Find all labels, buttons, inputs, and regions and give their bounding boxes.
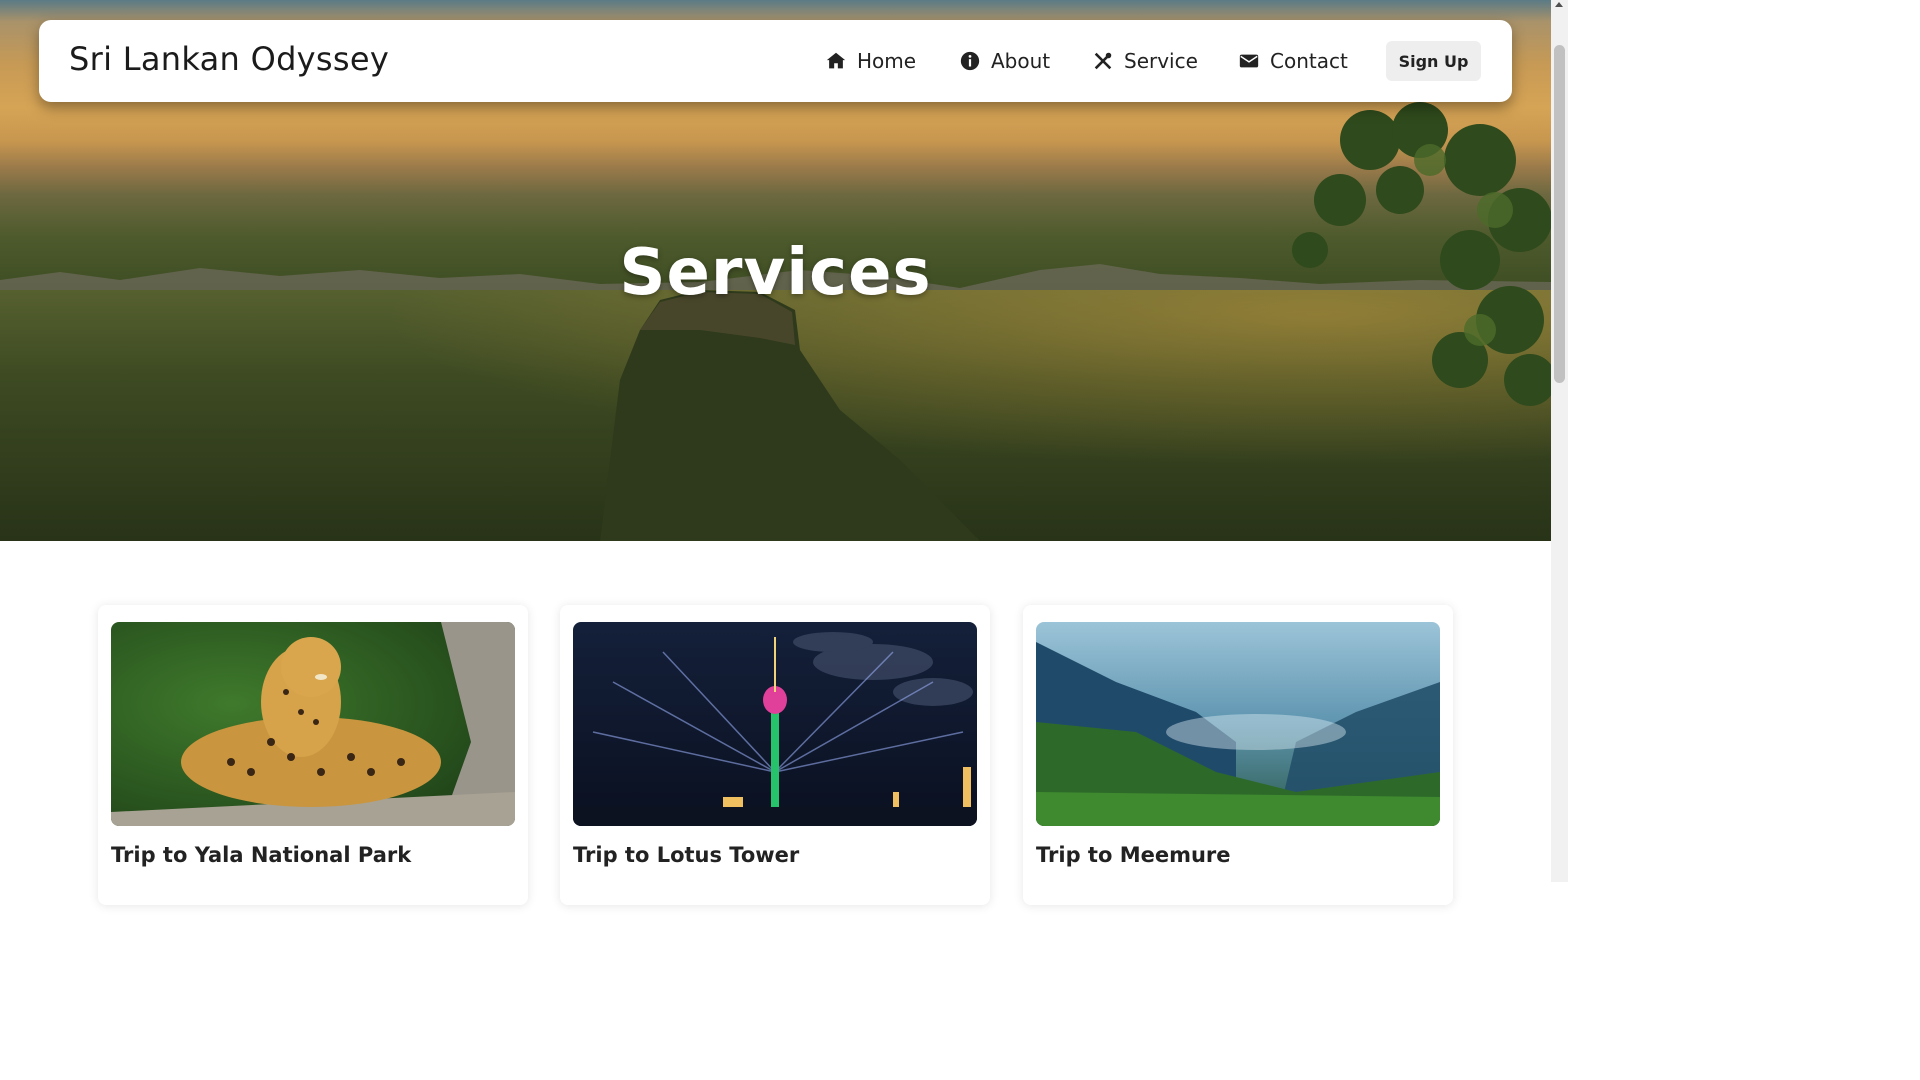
nav-about-label: About xyxy=(991,49,1051,73)
misty-mountains-photo xyxy=(1036,622,1440,826)
lotus-tower-night-photo xyxy=(573,622,977,826)
sign-up-button[interactable]: Sign Up xyxy=(1386,41,1481,81)
nav-contact[interactable]: Contact xyxy=(1238,46,1348,76)
vertical-scrollbar[interactable] xyxy=(1551,0,1568,882)
nav-about[interactable]: About xyxy=(959,46,1050,76)
service-card-yala[interactable]: Trip to Yala National Park xyxy=(98,605,528,905)
leopard-photo xyxy=(111,622,515,826)
tools-icon xyxy=(1092,50,1114,72)
scrollbar-thumb[interactable] xyxy=(1554,45,1565,383)
service-card-lotus-tower[interactable]: Trip to Lotus Tower xyxy=(560,605,990,905)
nav-service[interactable]: Service xyxy=(1092,46,1198,76)
card-title: Trip to Yala National Park xyxy=(111,843,412,867)
card-title: Trip to Lotus Tower xyxy=(573,843,800,867)
service-card-meemure[interactable]: Trip to Meemure xyxy=(1023,605,1453,905)
navbar: Sri Lankan Odyssey Home About Service Co… xyxy=(39,20,1512,102)
card-title: Trip to Meemure xyxy=(1036,843,1231,867)
scroll-up-arrow-icon[interactable] xyxy=(1555,2,1563,7)
info-icon xyxy=(959,50,981,72)
envelope-icon xyxy=(1238,50,1260,72)
nav-contact-label: Contact xyxy=(1270,49,1348,73)
brand-logo[interactable]: Sri Lankan Odyssey xyxy=(69,40,389,78)
nav-home-label: Home xyxy=(857,49,917,73)
page-title: Services xyxy=(619,236,932,310)
nav-home[interactable]: Home xyxy=(825,46,916,76)
home-icon xyxy=(825,50,847,72)
nav-service-label: Service xyxy=(1124,49,1198,73)
